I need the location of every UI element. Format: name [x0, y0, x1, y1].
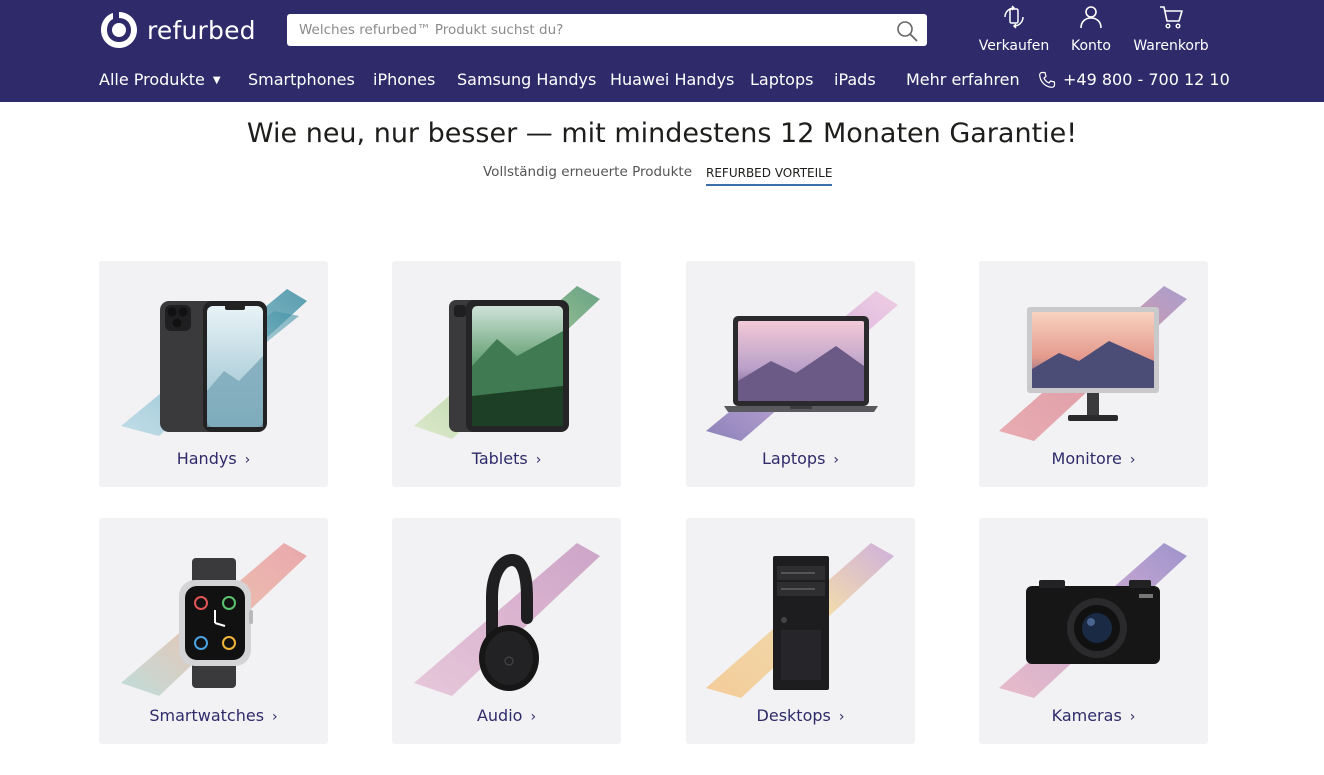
category-label-text: Smartwatches [149, 706, 265, 725]
smartwatch-icon [121, 543, 307, 696]
search-bar [287, 14, 927, 46]
category-label: Desktops › [686, 706, 915, 725]
cart-icon [1160, 6, 1183, 29]
category-card-kameras[interactable]: Kameras › [979, 518, 1208, 744]
camera-icon [999, 543, 1187, 698]
phone-number: +49 800 - 700 12 10 [1063, 70, 1230, 89]
user-icon [1080, 6, 1102, 29]
chevron-right-icon: › [272, 709, 278, 725]
category-label-text: Handys [176, 449, 237, 468]
category-label: Audio › [392, 706, 621, 725]
nav-samsung-handys[interactable]: Samsung Handys [457, 70, 596, 89]
brand-name: refurbed [147, 15, 256, 45]
laptop-icon [706, 291, 898, 441]
nav-smartphones[interactable]: Smartphones [248, 70, 355, 89]
site-header: refurbed Verkaufen Konto Warenkor [0, 0, 1324, 102]
category-card-monitore[interactable]: Monitore › [979, 261, 1208, 487]
nav-all-products-label: Alle Produkte [99, 70, 205, 89]
nav-all-products[interactable]: Alle Produkte ▼ [99, 70, 221, 89]
chevron-right-icon: › [535, 452, 542, 468]
account-button[interactable]: Konto [1068, 4, 1114, 56]
brand-logo[interactable]: refurbed [99, 10, 256, 50]
sell-button[interactable]: Verkaufen [978, 4, 1050, 56]
category-label: Handys › [99, 449, 328, 468]
category-label: Tablets › [392, 449, 621, 468]
phone-icon [1039, 71, 1056, 88]
category-card-desktops[interactable]: Desktops › [686, 518, 915, 744]
refurbed-logo-icon [101, 12, 137, 48]
headphones-icon [414, 543, 600, 696]
category-label-text: Monitore [1051, 449, 1122, 468]
category-card-smartwatches[interactable]: Smartwatches › [99, 518, 328, 744]
nav-iphones[interactable]: iPhones [373, 70, 435, 89]
category-label-text: Laptops [761, 449, 826, 468]
category-label-text: Audio [476, 706, 523, 725]
tab-refurbed-vorteile[interactable]: REFURBED VORTEILE [706, 166, 833, 186]
smartphone-icon [121, 289, 307, 436]
chevron-right-icon: › [838, 709, 845, 725]
sell-label: Verkaufen [978, 38, 1050, 54]
search-input[interactable] [287, 14, 877, 46]
category-card-tablets[interactable]: Tablets › [392, 261, 621, 487]
main-nav: Alle Produkte ▼ Smartphones iPhones Samsu… [0, 70, 1324, 94]
desktop-tower-icon [706, 543, 894, 698]
sell-icon [1004, 5, 1024, 29]
nav-mehr-erfahren[interactable]: Mehr erfahren [906, 70, 1020, 89]
category-label: Kameras › [979, 706, 1208, 725]
category-label: Monitore › [979, 449, 1208, 468]
cart-button[interactable]: Warenkorb [1133, 4, 1209, 56]
page-title: Wie neu, nur besser — mit mindestens 12 … [246, 118, 1078, 149]
account-label: Konto [1071, 38, 1111, 54]
caret-down-icon: ▼ [212, 75, 221, 86]
category-card-laptops[interactable]: Laptops › [686, 261, 915, 487]
nav-huawei-handys[interactable]: Huawei Handys [610, 70, 734, 89]
category-label-text: Kameras [1051, 706, 1122, 725]
chevron-right-icon: › [833, 452, 840, 468]
cart-label: Warenkorb [1133, 38, 1209, 54]
nav-phone[interactable]: +49 800 - 700 12 10 [1038, 70, 1230, 89]
tablet-icon [414, 286, 600, 439]
category-label-text: Tablets [471, 449, 528, 468]
category-label: Smartwatches › [99, 706, 328, 725]
monitor-icon [999, 286, 1187, 441]
chevron-right-icon: › [1129, 709, 1136, 725]
chevron-right-icon: › [530, 709, 537, 725]
nav-laptops[interactable]: Laptops [750, 70, 813, 89]
category-card-handys[interactable]: Handys › [99, 261, 328, 487]
chevron-right-icon: › [244, 452, 251, 468]
category-label-text: Desktops [756, 706, 831, 725]
nav-ipads[interactable]: iPads [834, 70, 876, 89]
search-icon[interactable] [895, 19, 919, 43]
chevron-right-icon: › [1129, 452, 1136, 468]
category-label: Laptops › [686, 449, 915, 468]
category-card-audio[interactable]: Audio › [392, 518, 621, 744]
tab-erneuerte-produkte[interactable]: Vollständig erneuerte Produkte [483, 164, 692, 180]
